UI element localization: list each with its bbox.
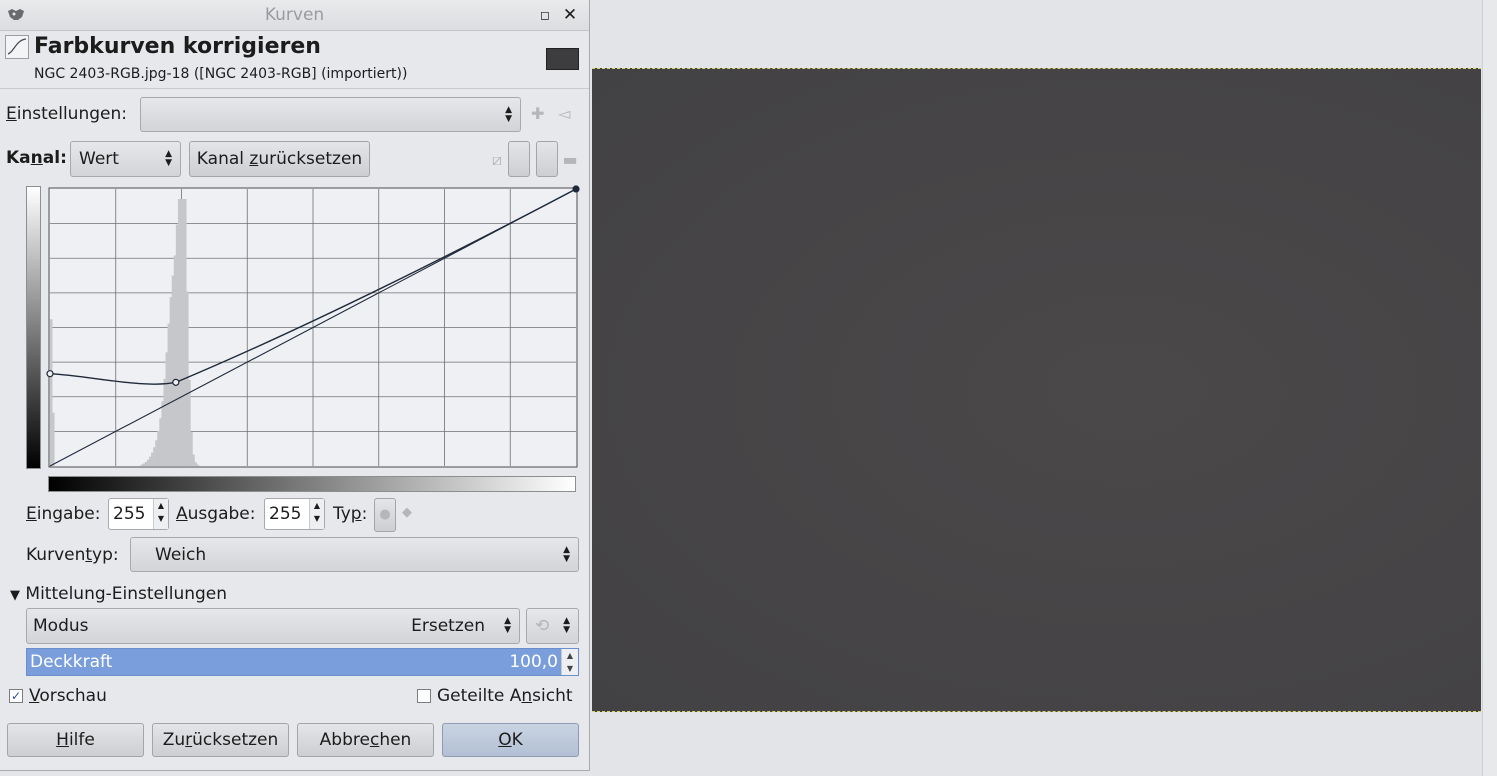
input-gradient-bar — [48, 476, 576, 492]
circle-icon: ● — [379, 507, 391, 522]
split-view-label[interactable]: Geteilte Ansicht — [437, 686, 573, 706]
log-histogram-button[interactable] — [508, 141, 530, 177]
histogram-bar — [196, 464, 199, 466]
output-label: Ausgabe: — [176, 504, 256, 524]
ok-button[interactable]: OK — [442, 723, 579, 757]
blending-section-toggle[interactable]: ▼ Mittelung-Einstellungen — [10, 584, 227, 604]
input-spinner[interactable]: 255 ▲ ▼ — [108, 498, 169, 530]
combo-arrows-icon: ▲ ▼ — [504, 616, 511, 635]
split-view-checkbox[interactable] — [417, 689, 431, 703]
opacity-slider[interactable]: Deckkraft 100,0 ▲ ▼ — [26, 648, 579, 676]
logarithmic-icon[interactable]: ▬ — [562, 150, 578, 169]
settings-label: Einstellungen: — [6, 104, 127, 124]
curve-control-point[interactable] — [572, 185, 580, 193]
composite-icon: ⟲ — [535, 616, 550, 636]
image-name: NGC 2403-RGB.jpg-18 ([NGC 2403-RGB] (imp… — [34, 66, 408, 82]
reset-button[interactable]: Zurücksetzen — [152, 723, 289, 757]
curve-editor[interactable] — [46, 185, 580, 470]
combo-arrows-icon: ▲ ▼ — [165, 149, 172, 168]
title-bar[interactable]: Kurven ◻ ✕ — [0, 0, 589, 31]
histogram-bar — [52, 412, 55, 466]
input-label: Eingabe: — [26, 504, 101, 524]
curve-control-point[interactable] — [172, 378, 180, 386]
close-button[interactable]: ✕ — [562, 6, 578, 24]
curve-type-combo[interactable]: Weich ▲ ▼ — [130, 537, 579, 572]
point-type-smooth-button[interactable]: ● — [374, 498, 396, 532]
reset-channel-button[interactable]: Kanal zurücksetzen — [189, 141, 370, 177]
composite-mode-combo[interactable]: ⟲ ▲ ▼ — [526, 608, 579, 644]
preset-menu-icon[interactable]: ◅ — [558, 104, 570, 123]
preview-checkbox[interactable]: ✓ — [9, 689, 23, 703]
help-button[interactable]: Hilfe — [7, 723, 144, 757]
cancel-button[interactable]: Abbrechen — [297, 723, 434, 757]
curves-icon — [5, 35, 29, 59]
image-canvas[interactable] — [592, 68, 1481, 712]
combo-arrows-icon: ▲ ▼ — [563, 616, 570, 635]
image-thumbnail — [546, 48, 579, 70]
window-title: Kurven — [264, 5, 325, 25]
output-gradient-bar — [26, 186, 41, 469]
channel-combo[interactable]: Wert ▲ ▼ — [70, 141, 181, 177]
header-divider — [0, 88, 589, 89]
output-spinner[interactable]: 255 ▲ ▼ — [264, 498, 325, 530]
canvas-scrollbar[interactable] — [1482, 0, 1497, 776]
linear-scale-button[interactable] — [536, 141, 558, 177]
dialog-heading: Farbkurven korrigieren — [34, 34, 321, 59]
curve-type-label: Kurventyp: — [26, 545, 119, 565]
curves-dialog: Kurven ◻ ✕ Farbkurven korrigieren NGC 24… — [0, 0, 590, 771]
preview-label[interactable]: Vorschau — [29, 686, 107, 706]
expander-triangle-icon: ▼ — [10, 588, 20, 603]
channel-label: Kanal: — [6, 148, 67, 168]
linear-histogram-icon[interactable]: ⧄ — [488, 150, 506, 170]
spinner-arrows-icon[interactable]: ▲ ▼ — [561, 649, 578, 675]
maximize-button[interactable]: ◻ — [538, 8, 552, 22]
image-canvas-area[interactable] — [590, 0, 1497, 776]
curve-control-point[interactable] — [46, 370, 54, 378]
mode-combo[interactable]: Modus Ersetzen ▲ ▼ — [26, 608, 520, 644]
spinner-arrows-icon[interactable]: ▲ ▼ — [153, 499, 168, 529]
type-label: Typ: — [333, 504, 368, 524]
combo-arrows-icon: ▲ ▼ — [563, 544, 570, 564]
combo-arrows-icon: ▲ ▼ — [505, 104, 512, 124]
add-preset-icon[interactable]: ✚ — [531, 104, 544, 123]
settings-combo[interactable]: ▲ ▼ — [140, 97, 521, 132]
point-type-corner-icon[interactable]: ◆ — [400, 505, 414, 520]
spinner-arrows-icon[interactable]: ▲ ▼ — [309, 499, 324, 529]
